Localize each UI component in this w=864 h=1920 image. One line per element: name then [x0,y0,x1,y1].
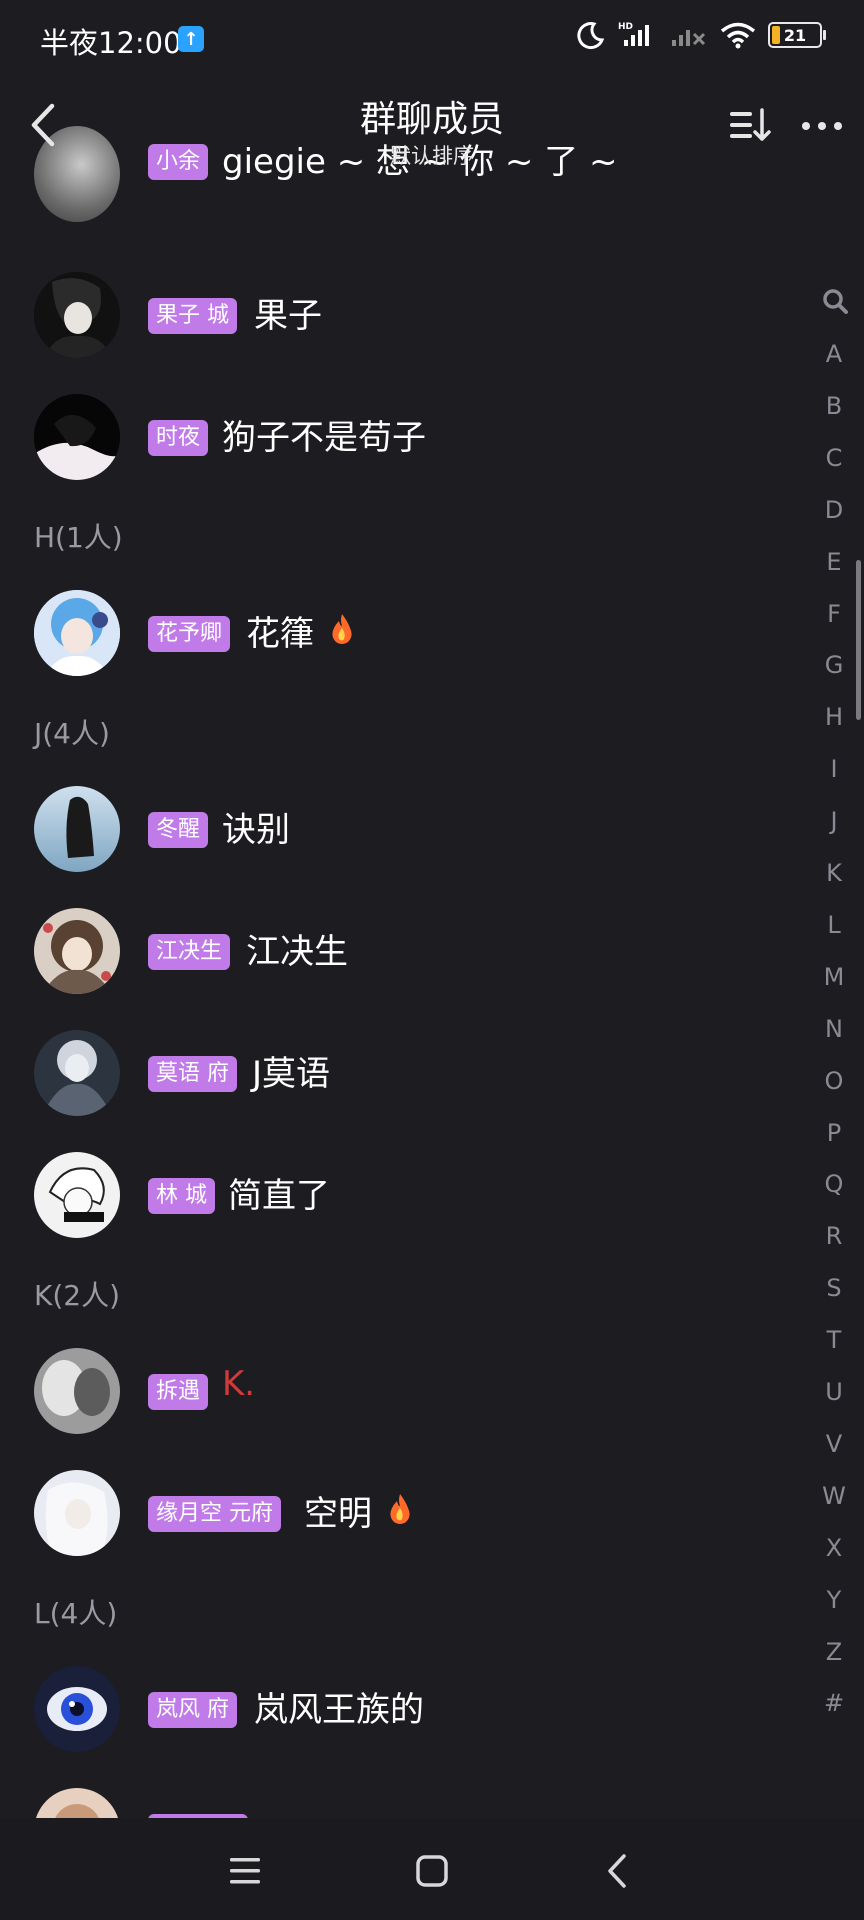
index-letter[interactable]: G [814,651,854,679]
index-letter[interactable]: C [814,444,854,472]
index-letter[interactable]: F [814,600,854,628]
index-letter[interactable]: Y [814,1586,854,1614]
index-letter[interactable]: T [814,1326,854,1354]
arrow-up-icon: ↑ [178,26,204,52]
index-letter[interactable]: U [814,1378,854,1406]
index-letter[interactable]: Q [814,1170,854,1198]
list-item[interactable]: 时夜 狗子不是苟子 [0,382,800,492]
index-letter[interactable]: I [814,755,854,783]
moon-icon [577,22,605,50]
signal-hd-icon: HD [618,22,649,46]
screen: 小余 giegie ~ 想 ~ 你 ~ 了 ~ 果子 城 果子 时夜 狗子不是苟… [0,0,864,1920]
list-item[interactable]: 拆遇 K. [0,1336,800,1446]
avatar[interactable] [34,1788,120,1818]
member-list[interactable]: 小余 giegie ~ 想 ~ 你 ~ 了 ~ 果子 城 果子 时夜 狗子不是苟… [0,0,864,1818]
status-icons: HD 21 [576,20,826,50]
index-letter[interactable]: S [814,1274,854,1302]
menu-icon[interactable] [222,1848,268,1894]
list-item[interactable]: 林 城 简直了 [0,1140,800,1250]
member-name: K. [222,1364,256,1404]
index-letter[interactable]: K [814,859,854,887]
index-letter[interactable]: R [814,1222,854,1250]
list-item[interactable]: 冬醒 诀别 [0,774,800,884]
index-letter[interactable]: N [814,1015,854,1043]
section-header-k: K(2人) [34,1279,121,1312]
avatar[interactable] [34,1348,120,1434]
member-name: 江决生 [246,932,348,972]
list-item[interactable]: 岚风 府 岚风王族的 [0,1654,800,1764]
sort-mode-label[interactable]: 默认排序 [0,140,864,170]
member-badge: 林 城 [148,1178,215,1214]
member-name: 空明 [304,1494,372,1534]
flame-icon [390,1494,410,1524]
sort-button[interactable] [728,106,774,144]
member-name: 岚风王族的 [254,1690,424,1730]
avatar[interactable] [34,786,120,872]
avatar[interactable] [34,1666,120,1752]
avatar[interactable] [34,1030,120,1116]
header: 群聊成员 默认排序 [0,80,864,170]
avatar[interactable] [34,590,120,676]
member-name: 狗子不是苟子 [222,418,426,458]
avatar[interactable] [34,1152,120,1238]
section-header-h: H(1人) [34,521,123,554]
avatar[interactable] [34,908,120,994]
navigation-bar [0,1818,864,1920]
avatar[interactable] [34,272,120,358]
index-letter[interactable]: J [814,807,854,835]
member-badge: 花予卿 [148,616,231,652]
svg-text:HD: HD [618,22,633,32]
status-bar: 半夜12:00 ↑ HD 21 [0,0,864,78]
list-item[interactable] [0,1776,800,1818]
wifi-icon [720,22,756,49]
back-nav-icon[interactable] [596,1848,642,1894]
member-badge: 时夜 [148,420,209,456]
member-badge: 拆遇 [148,1374,209,1410]
index-search-icon[interactable] [820,286,850,316]
member-badge: 莫语 府 [148,1056,237,1092]
index-letter[interactable]: W [814,1482,854,1510]
battery-level: 21 [783,25,807,45]
member-name: 简直了 [228,1176,330,1216]
list-item[interactable]: 江决生 江决生 [0,896,800,1006]
index-letter[interactable]: V [814,1430,854,1458]
battery-icon: 21 [768,22,826,48]
section-header-l: L(4人) [34,1597,118,1630]
member-badge: 江决生 [148,934,231,970]
flame-icon [332,614,352,644]
section-header-j: J(4人) [34,717,110,750]
member-badge: 缘月空 元府 [148,1496,281,1532]
avatar[interactable] [34,1470,120,1556]
list-item[interactable]: 缘月空 元府 空明 [0,1458,800,1568]
list-item[interactable]: 花予卿 花箻 [0,578,800,688]
index-letter[interactable]: L [814,911,854,939]
index-letter[interactable]: B [814,392,854,420]
status-time: 半夜12:00 [40,26,182,60]
member-name: 果子 [254,296,322,336]
member-badge: 果子 城 [148,298,237,334]
member-name: J莫语 [252,1054,331,1094]
index-letter[interactable]: E [814,548,854,576]
avatar[interactable] [34,394,120,480]
scrollbar[interactable] [856,560,861,720]
signal-weak-icon [672,30,706,46]
index-letter[interactable]: Z [814,1638,854,1666]
index-letter[interactable]: A [814,340,854,368]
more-button[interactable] [798,108,846,144]
index-letter[interactable]: H [814,703,854,731]
index-letter[interactable]: P [814,1119,854,1147]
member-name: 诀别 [222,810,290,850]
index-letter[interactable]: M [814,963,854,991]
index-letter[interactable]: X [814,1534,854,1562]
index-letter[interactable]: O [814,1067,854,1095]
index-letter[interactable]: D [814,496,854,524]
member-badge: 岚风 府 [148,1692,237,1728]
home-icon[interactable] [409,1848,455,1894]
member-name: 花箻 [246,614,314,654]
list-item[interactable]: 莫语 府 J莫语 [0,1018,800,1128]
member-badge: 冬醒 [148,812,209,848]
index-letter[interactable]: # [814,1689,854,1717]
list-item[interactable]: 果子 城 果子 [0,260,800,370]
